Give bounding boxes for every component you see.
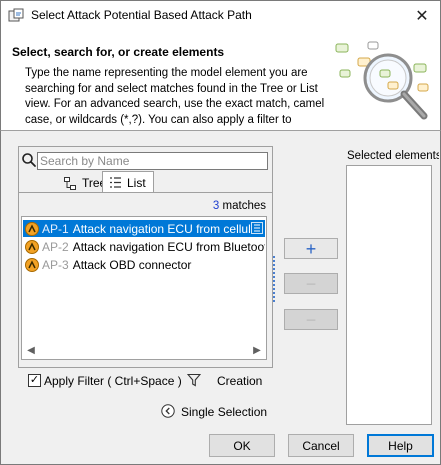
app-icon (8, 8, 24, 22)
remove-button[interactable]: − (284, 273, 338, 294)
item-id: AP-3 (42, 257, 69, 272)
item-name: Attack OBD connector (72, 257, 192, 272)
tab-list[interactable]: List (102, 171, 154, 193)
list-icon (110, 177, 121, 188)
tab-tree[interactable]: Tree (50, 173, 106, 193)
cancel-button[interactable]: Cancel (288, 434, 354, 457)
add-button[interactable]: + (284, 238, 338, 259)
single-selection-toggle[interactable]: Single Selection (181, 405, 267, 419)
attack-path-icon (25, 257, 39, 272)
match-count-number: 3 (212, 200, 220, 212)
filter-icon[interactable] (187, 373, 201, 387)
horizontal-scrollbar[interactable] (22, 342, 266, 358)
list-item[interactable]: AP-1 Attack navigation ECU from cellular (23, 220, 265, 237)
creation-toggle[interactable]: Creation (217, 374, 262, 388)
match-count: 3 matches (196, 200, 266, 212)
results-list[interactable]: AP-1 Attack navigation ECU from cellular… (21, 216, 267, 360)
list-item[interactable]: AP-2 Attack navigation ECU from Bluetoot… (23, 238, 265, 255)
item-id: AP-1 (42, 221, 69, 236)
scroll-right-icon[interactable]: ▶ (250, 342, 264, 358)
ok-button[interactable]: OK (209, 434, 275, 457)
panel-splitter[interactable] (273, 256, 277, 302)
item-name: Attack navigation ECU from Bluetooth (72, 239, 265, 254)
tab-list-label: List (127, 175, 146, 190)
header-description: Type the name representing the model ele… (25, 67, 325, 126)
item-id: AP-2 (42, 239, 69, 254)
search-icon (22, 153, 36, 167)
close-button[interactable]: ✕ (404, 1, 440, 30)
search-input[interactable] (37, 152, 268, 170)
selected-elements-list[interactable] (346, 165, 432, 425)
selected-elements-label: Selected elements (347, 150, 439, 162)
apply-filter-label[interactable]: Apply Filter ( Ctrl+Space ) (44, 374, 182, 388)
apply-filter-checkbox[interactable]: ✓ (28, 374, 41, 387)
open-in-tree-icon[interactable] (251, 222, 263, 234)
tabs-divider (18, 192, 273, 193)
tree-icon (64, 176, 76, 190)
search-magnifier-illustration-icon (335, 41, 429, 120)
match-count-suffix: matches (222, 200, 266, 212)
collapse-left-icon[interactable] (161, 404, 175, 418)
list-item[interactable]: AP-3 Attack OBD connector (23, 256, 265, 273)
remove-all-button[interactable]: − (284, 309, 338, 330)
attack-path-icon (25, 239, 39, 254)
item-name: Attack navigation ECU from cellular (72, 221, 262, 236)
attack-path-icon (25, 221, 39, 236)
window-title: Select Attack Potential Based Attack Pat… (31, 8, 252, 22)
scroll-left-icon[interactable]: ◀ (24, 342, 38, 358)
help-button[interactable]: Help (367, 434, 434, 457)
header-title: Select, search for, or create elements (12, 45, 225, 59)
